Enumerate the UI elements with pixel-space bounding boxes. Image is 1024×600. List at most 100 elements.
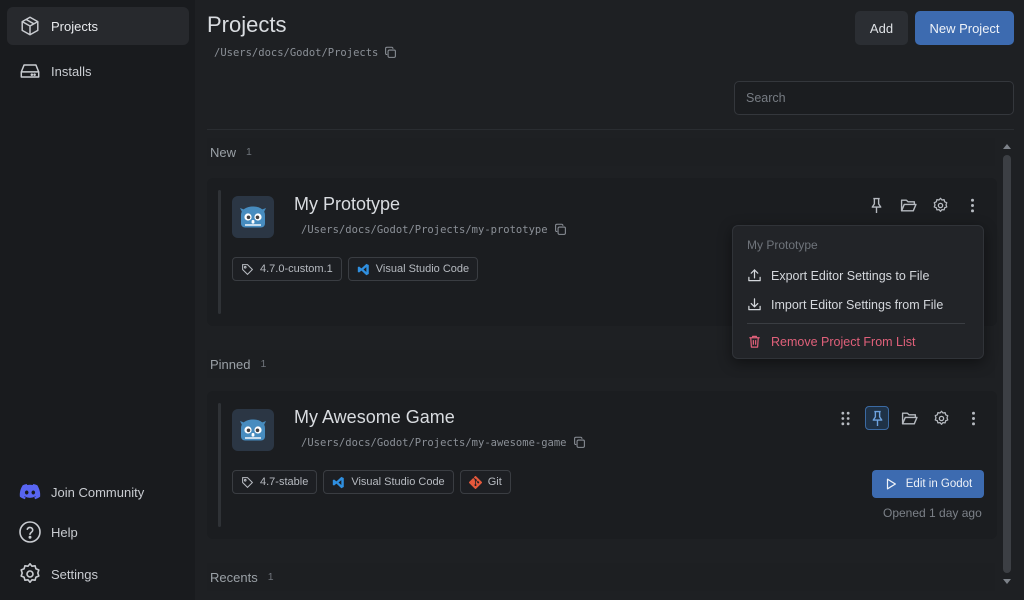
project-tags: 4.7.0-custom.1 Visual Studio Code — [232, 257, 479, 281]
menu-item-label: Export Editor Settings to File — [771, 268, 930, 283]
menu-divider — [747, 323, 965, 324]
card-rail — [218, 403, 221, 527]
copy-icon[interactable] — [384, 46, 397, 59]
open-folder-button[interactable] — [896, 193, 920, 217]
version-tag[interactable]: 4.7-stable — [232, 470, 318, 494]
page-title: Projects — [207, 12, 287, 37]
more-options-button[interactable] — [960, 193, 984, 217]
settings-link[interactable]: Settings — [7, 557, 189, 591]
settings-label: Settings — [51, 566, 98, 582]
pin-icon — [872, 410, 882, 426]
section-new-header: New 1 — [207, 138, 995, 166]
export-settings-menu-item[interactable]: Export Editor Settings to File — [747, 268, 929, 283]
projects-path: /Users/docs/Godot/Projects — [214, 46, 397, 59]
pin-button[interactable] — [864, 193, 888, 217]
project-path: /Users/docs/Godot/Projects/my-awesome-ga… — [301, 436, 586, 449]
drag-handle-icon — [840, 411, 850, 425]
section-recents-header: Recents 1 — [207, 563, 995, 591]
menu-item-label: Import Editor Settings from File — [771, 297, 944, 312]
drag-handle[interactable] — [833, 406, 857, 430]
project-settings-button[interactable] — [928, 193, 952, 217]
edit-in-godot-label: Edit in Godot — [905, 478, 973, 490]
menu-item-label: Remove Project From List — [771, 334, 916, 349]
projects-path-text: /Users/docs/Godot/Projects — [214, 46, 379, 59]
gear-icon — [934, 410, 948, 425]
project-tags: 4.7-stable Visual Studio Code Git — [232, 470, 511, 494]
header-divider — [207, 129, 1014, 130]
tag-label: Visual Studio Code — [375, 263, 470, 275]
section-count: 1 — [267, 571, 274, 583]
scroll-down-arrow[interactable] — [1002, 578, 1012, 586]
tag-label: 4.7.0-custom.1 — [260, 263, 333, 275]
card-actions — [864, 193, 984, 217]
last-opened-text: Opened 1 day ago — [883, 506, 982, 520]
new-project-button[interactable]: New Project — [915, 11, 1014, 45]
help-link[interactable]: Help — [7, 515, 189, 549]
gear-icon — [20, 563, 40, 583]
scrollbar-thumb[interactable] — [1003, 155, 1011, 573]
open-folder-button[interactable] — [897, 406, 921, 430]
drive-icon — [20, 64, 40, 78]
copy-icon[interactable] — [573, 436, 586, 449]
remove-project-menu-item[interactable]: Remove Project From List — [747, 334, 915, 349]
project-title: My Awesome Game — [294, 407, 455, 427]
download-icon — [748, 298, 761, 311]
menu-title: My Prototype — [747, 238, 818, 252]
project-card-my-awesome-game[interactable]: My Awesome Game /Users/docs/Godot/Projec… — [207, 391, 997, 539]
project-context-menu: My Prototype Export Editor Settings to F… — [732, 225, 984, 359]
search-input[interactable] — [734, 81, 1014, 115]
godot-logo-icon — [232, 409, 274, 451]
tag-icon — [242, 476, 254, 488]
tag-label: Git — [487, 476, 502, 488]
add-button[interactable]: Add — [855, 11, 908, 45]
trash-icon — [749, 335, 760, 348]
pin-icon — [871, 197, 881, 213]
git-icon — [468, 475, 482, 489]
more-options-button[interactable] — [961, 406, 985, 430]
vscode-icon — [357, 263, 369, 275]
project-path-text: /Users/docs/Godot/Projects/my-awesome-ga… — [301, 436, 567, 449]
join-community-label: Join Community — [51, 484, 145, 500]
card-rail — [218, 190, 221, 314]
sidebar: Projects Installs Join Community Help Se… — [0, 0, 195, 600]
import-settings-menu-item[interactable]: Import Editor Settings from File — [747, 297, 943, 312]
editor-tag[interactable]: Visual Studio Code — [323, 470, 454, 494]
unpin-button[interactable] — [865, 406, 889, 430]
vscode-icon — [333, 476, 345, 488]
more-vertical-icon — [970, 198, 974, 212]
more-vertical-icon — [971, 411, 975, 425]
box-icon — [21, 16, 39, 36]
sidebar-item-label: Installs — [51, 63, 92, 79]
project-settings-button[interactable] — [929, 406, 953, 430]
section-count: 1 — [246, 146, 252, 158]
section-label: Recents — [210, 569, 258, 585]
edit-in-godot-button[interactable]: Edit in Godot — [872, 470, 984, 498]
project-title: My Prototype — [294, 194, 401, 214]
upload-icon — [748, 269, 761, 282]
git-tag[interactable]: Git — [459, 470, 511, 494]
section-count: 1 — [260, 358, 267, 370]
help-label: Help — [51, 524, 78, 540]
section-label: New — [210, 144, 237, 160]
version-tag[interactable]: 4.7.0-custom.1 — [232, 257, 342, 281]
project-path-text: /Users/docs/Godot/Projects/my-prototype — [301, 223, 548, 236]
sidebar-item-label: Projects — [51, 18, 98, 34]
gear-icon — [933, 197, 947, 212]
editor-tag[interactable]: Visual Studio Code — [347, 257, 479, 281]
card-actions — [833, 406, 985, 430]
godot-logo-icon — [232, 196, 274, 238]
tag-icon — [242, 263, 254, 275]
sidebar-item-installs[interactable]: Installs — [7, 52, 189, 90]
tag-label: 4.7-stable — [260, 476, 309, 488]
copy-icon[interactable] — [554, 223, 567, 236]
folder-icon — [900, 198, 917, 212]
play-icon — [886, 478, 896, 490]
project-path: /Users/docs/Godot/Projects/my-prototype — [301, 223, 567, 236]
join-community-link[interactable]: Join Community — [7, 475, 189, 509]
help-circle-icon — [19, 521, 41, 543]
sidebar-item-projects[interactable]: Projects — [7, 7, 189, 45]
discord-icon — [19, 484, 41, 500]
tag-label: Visual Studio Code — [351, 476, 445, 488]
folder-icon — [901, 411, 918, 425]
scroll-up-arrow[interactable] — [1002, 142, 1012, 150]
